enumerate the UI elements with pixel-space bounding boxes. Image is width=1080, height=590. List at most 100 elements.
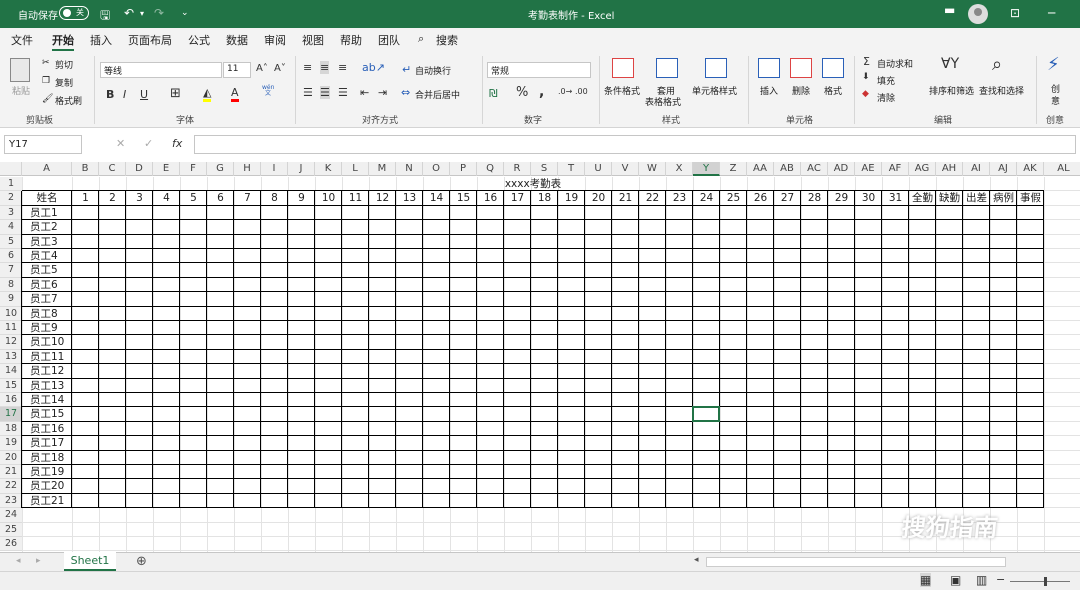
copy-icon[interactable]: ❐ xyxy=(42,76,50,86)
decrease-indent-icon[interactable]: ⇤ xyxy=(360,86,369,99)
scroll-tabs-right-icon[interactable]: ▸ xyxy=(36,556,41,566)
delete-cells-button[interactable]: 删除 xyxy=(792,84,810,97)
format-as-table-line2[interactable]: 表格格式 xyxy=(645,95,681,108)
formula-input[interactable] xyxy=(194,135,1076,154)
employee-name-cell[interactable]: 员工9 xyxy=(30,321,72,335)
fill-button[interactable]: 填充 xyxy=(877,74,895,87)
clear-button[interactable]: 清除 xyxy=(877,91,895,104)
autosum-button[interactable]: 自动求和 xyxy=(877,57,913,70)
number-format-select[interactable]: 常规 xyxy=(487,62,591,78)
column-header-ai[interactable]: AI xyxy=(963,162,990,176)
column-header-s[interactable]: S xyxy=(531,162,558,176)
paste-button[interactable]: 粘贴 xyxy=(12,84,30,97)
employee-name-cell[interactable]: 员工13 xyxy=(30,379,72,393)
normal-view-icon[interactable]: ▦ xyxy=(920,573,932,587)
paste-icon[interactable] xyxy=(10,58,30,82)
employee-name-cell[interactable]: 员工19 xyxy=(30,465,72,479)
column-header-ac[interactable]: AC xyxy=(801,162,828,176)
column-header-ae[interactable]: AE xyxy=(855,162,882,176)
column-header-r[interactable]: R xyxy=(504,162,531,176)
row-header-20[interactable]: 20 xyxy=(0,450,22,465)
employee-name-cell[interactable]: 员工15 xyxy=(30,407,72,421)
column-header-v[interactable]: V xyxy=(612,162,639,176)
delete-cells-icon[interactable] xyxy=(790,58,812,78)
row-header-23[interactable]: 23 xyxy=(0,493,22,509)
row-header-22[interactable]: 22 xyxy=(0,479,22,494)
cut-icon[interactable]: ✂ xyxy=(42,58,50,68)
phonetic-icon[interactable]: wén 文 xyxy=(262,85,274,97)
column-header-n[interactable]: N xyxy=(396,162,423,176)
row-header-13[interactable]: 13 xyxy=(0,349,22,365)
worksheet-grid[interactable]: 1 2 3 4 5 6 7 8 9 10 11 12 13 14 15 16 17 18 19 20 21 22 23 24 2… xyxy=(0,177,1080,552)
increase-decimal-icon[interactable]: .0→ xyxy=(558,87,572,96)
save-icon[interactable]: 🖫 xyxy=(100,6,110,27)
horizontal-scrollbar[interactable] xyxy=(706,557,1006,567)
row-header-1[interactable]: 1 xyxy=(0,177,22,192)
column-header-d[interactable]: D xyxy=(126,162,153,176)
format-cells-icon[interactable] xyxy=(822,58,844,78)
employee-name-cell[interactable]: 员工20 xyxy=(30,479,72,493)
column-header-u[interactable]: U xyxy=(585,162,612,176)
find-select-button[interactable]: 查找和选择 xyxy=(979,84,1024,97)
column-header-x[interactable]: X xyxy=(666,162,693,176)
page-break-view-icon[interactable]: ▥ xyxy=(976,573,987,587)
tab-help[interactable]: 帮助 xyxy=(340,32,362,48)
redo-icon[interactable]: ↷ xyxy=(154,6,164,20)
employee-name-cell[interactable]: 员工7 xyxy=(30,292,72,306)
row-header-12[interactable]: 12 xyxy=(0,335,22,350)
column-header-ab[interactable]: AB xyxy=(774,162,801,176)
header-cell[interactable]: 27 xyxy=(774,191,801,205)
copy-button[interactable]: 复制 xyxy=(55,76,73,89)
row-header-17[interactable]: 17 xyxy=(0,407,22,422)
percent-button[interactable]: % xyxy=(516,85,528,100)
column-header-w[interactable]: W xyxy=(639,162,666,176)
scroll-tabs-left-icon[interactable]: ◂ xyxy=(16,556,21,566)
header-cell[interactable]: 31 xyxy=(882,191,909,205)
header-cell[interactable]: 病例 xyxy=(990,191,1017,205)
tab-file[interactable]: 文件 xyxy=(11,32,33,48)
row-header-11[interactable]: 11 xyxy=(0,321,22,336)
row-header-8[interactable]: 8 xyxy=(0,277,22,293)
employee-name-cell[interactable]: 员工2 xyxy=(30,220,72,234)
zoom-out-icon[interactable]: − xyxy=(996,573,1005,586)
row-header-26[interactable]: 26 xyxy=(0,537,22,552)
align-bottom-icon[interactable]: ≡ xyxy=(338,61,347,74)
merge-center-icon[interactable]: ⇔ xyxy=(401,86,410,99)
align-right-icon[interactable]: ☰ xyxy=(338,86,348,99)
header-cell[interactable]: 4 xyxy=(153,191,180,205)
header-cell[interactable]: 事假 xyxy=(1017,191,1044,205)
autosave-toggle[interactable]: 关 xyxy=(59,6,89,20)
row-header-19[interactable]: 19 xyxy=(0,436,22,451)
ideas-line2[interactable]: 意 xyxy=(1051,94,1060,107)
comma-button[interactable]: , xyxy=(539,84,544,100)
employee-name-cell[interactable]: 员工21 xyxy=(30,494,72,508)
column-header-ak[interactable]: AK xyxy=(1017,162,1044,176)
header-cell[interactable]: 缺勤 xyxy=(936,191,963,205)
column-header-a[interactable]: A xyxy=(22,162,72,176)
column-header-t[interactable]: T xyxy=(558,162,585,176)
align-center-icon[interactable]: ☰ xyxy=(320,86,330,99)
header-cell[interactable]: 1 xyxy=(72,191,99,205)
row-header-7[interactable]: 7 xyxy=(0,263,22,278)
header-cell[interactable]: 20 xyxy=(585,191,612,205)
avatar[interactable] xyxy=(968,4,988,24)
font-color-icon[interactable]: A xyxy=(231,86,239,102)
header-cell[interactable]: 19 xyxy=(558,191,585,205)
header-cell[interactable]: 出差 xyxy=(963,191,990,205)
tab-search[interactable]: 搜索 xyxy=(436,32,458,48)
employee-name-cell[interactable]: 员工14 xyxy=(30,393,72,407)
format-cells-button[interactable]: 格式 xyxy=(824,84,842,97)
minimize-icon[interactable]: ─ xyxy=(1048,6,1055,20)
column-header-ad[interactable]: AD xyxy=(828,162,855,176)
insert-function-icon[interactable]: fx xyxy=(172,137,182,150)
sheet-title[interactable]: xxxx考勤表 xyxy=(22,177,1044,191)
tab-data[interactable]: 数据 xyxy=(226,32,248,48)
tab-team[interactable]: 团队 xyxy=(378,32,400,48)
employee-name-cell[interactable]: 员工6 xyxy=(30,278,72,292)
header-cell[interactable]: 13 xyxy=(396,191,423,205)
employee-name-cell[interactable]: 员工3 xyxy=(30,235,72,249)
row-header-10[interactable]: 10 xyxy=(0,306,22,321)
column-header-e[interactable]: E xyxy=(153,162,180,176)
header-cell[interactable]: 15 xyxy=(450,191,477,205)
header-cell[interactable]: 2 xyxy=(99,191,126,205)
